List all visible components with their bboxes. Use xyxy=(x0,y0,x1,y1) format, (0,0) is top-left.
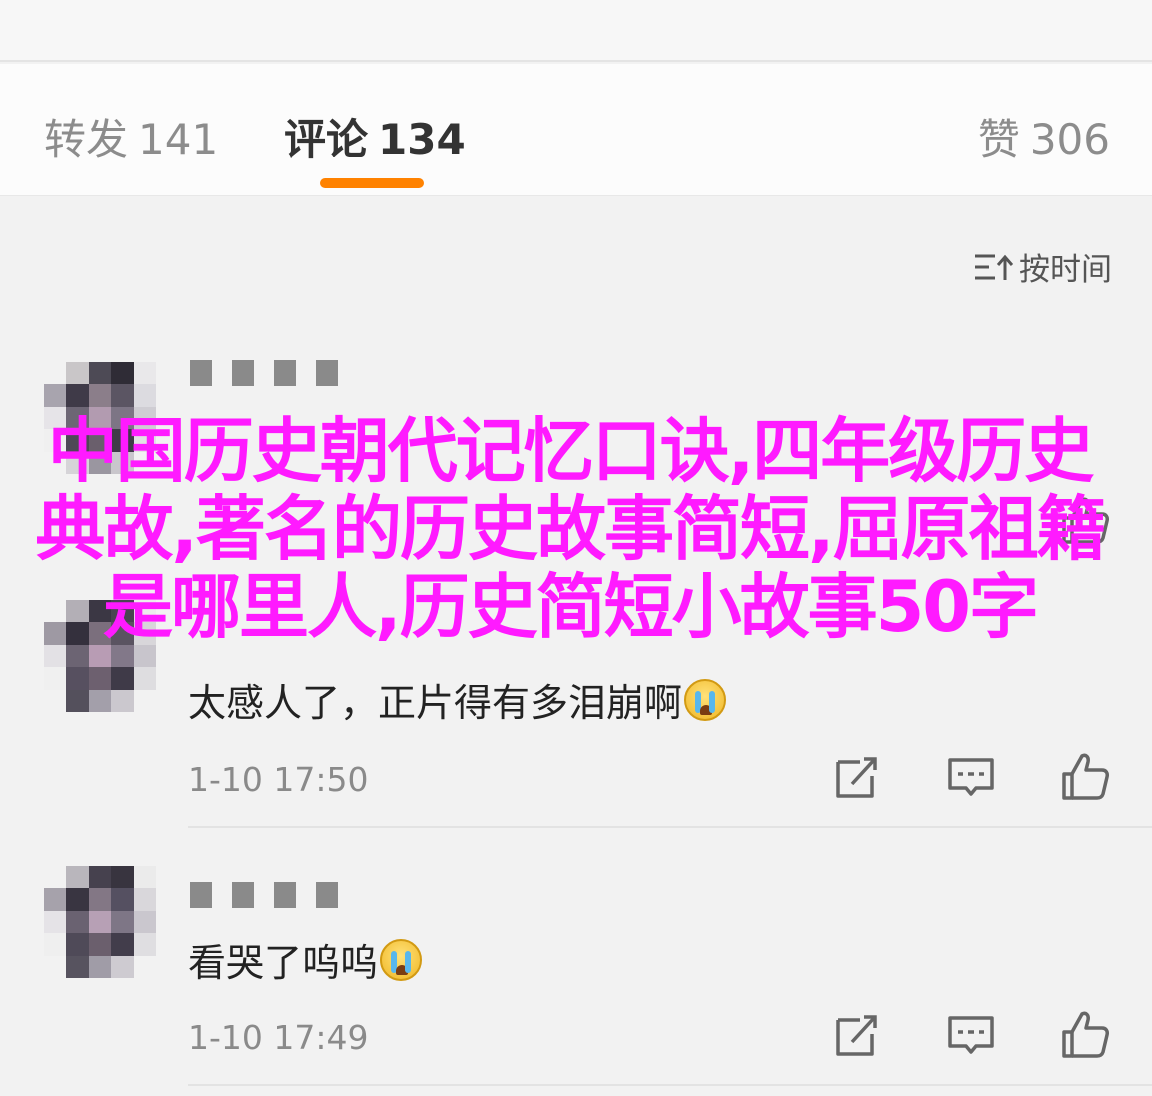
tab-likes-count: 306 xyxy=(1029,115,1110,164)
username-blurred[interactable] xyxy=(190,360,338,386)
tab-likes[interactable]: 赞 306 xyxy=(978,106,1110,167)
comment-time: 1-10 17:50 xyxy=(188,760,369,799)
tab-reposts-label: 转发 xyxy=(44,115,129,164)
comment-body: 看哭了呜呜 xyxy=(188,941,379,985)
repost-icon[interactable] xyxy=(830,1008,884,1062)
top-strip xyxy=(0,0,1152,62)
crying-face-icon xyxy=(684,678,727,721)
tab-reposts[interactable]: 转发 141 xyxy=(44,106,218,167)
comment-divider xyxy=(188,1084,1152,1086)
tab-comments-label: 评论 xyxy=(284,115,369,164)
comment-text: 太感人了，正片得有多泪崩啊 xyxy=(188,672,727,727)
reply-icon[interactable] xyxy=(944,750,998,804)
crying-face-icon xyxy=(380,938,423,981)
reply-icon[interactable] xyxy=(944,1008,998,1062)
like-icon[interactable] xyxy=(1058,750,1112,804)
comment-actions xyxy=(830,750,1112,804)
active-tab-indicator xyxy=(320,178,424,188)
comment-actions xyxy=(830,1008,1112,1062)
avatar[interactable] xyxy=(44,866,156,978)
like-icon[interactable] xyxy=(1058,1008,1112,1062)
sort-label: 按时间 xyxy=(1019,252,1112,288)
comment-text: 看哭了呜呜 xyxy=(188,932,423,987)
tab-reposts-count: 141 xyxy=(138,115,219,164)
comment-divider xyxy=(188,826,1152,828)
tab-likes-label: 赞 xyxy=(977,115,1020,164)
comment-time: 1-10 17:49 xyxy=(188,1018,369,1057)
tab-bar: 转发 141 评论 134 赞 306 xyxy=(0,64,1152,196)
overlay-title: 中国历史朝代记忆口诀,四年级历史典故,著名的历史故事简短,屈原祖籍是哪里人,历史… xyxy=(35,410,1106,648)
tab-comments[interactable]: 评论 134 xyxy=(284,106,466,167)
username-blurred[interactable] xyxy=(190,882,338,908)
tab-comments-count: 134 xyxy=(378,115,466,164)
sort-icon xyxy=(975,254,1013,280)
sort-button[interactable]: 按时间 xyxy=(973,244,1112,289)
repost-icon[interactable] xyxy=(830,750,884,804)
comment-body: 太感人了，正片得有多泪崩啊 xyxy=(188,681,683,725)
